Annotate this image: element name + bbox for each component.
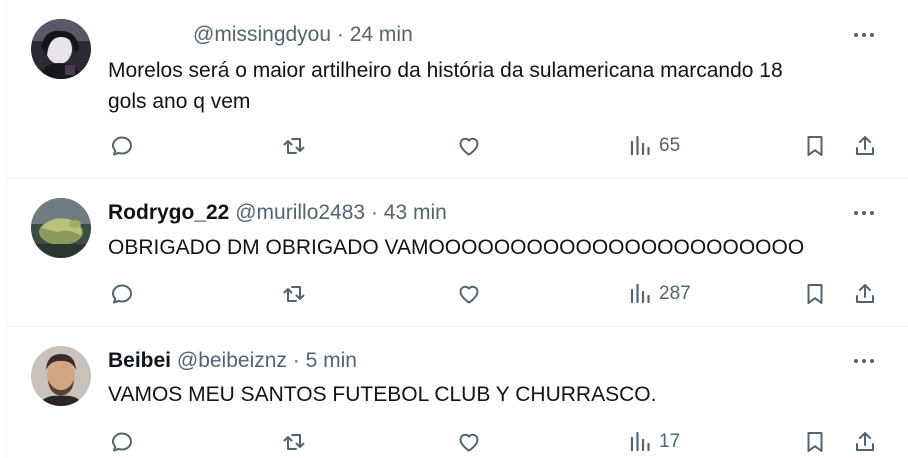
retweet-button[interactable] xyxy=(280,427,310,457)
tweet-header: Beibei @beibeiznz · 5 min xyxy=(108,348,357,374)
avatar[interactable] xyxy=(31,19,91,79)
retweet-button[interactable] xyxy=(280,279,310,309)
retweet-icon xyxy=(283,138,305,154)
heart-icon xyxy=(459,137,479,156)
tweet-text: OBRIGADO DM OBRIGADO VAMOOOOOOOOOOOOOOOO… xyxy=(108,232,868,263)
views-count: 287 xyxy=(659,283,691,304)
tweet-text: VAMOS MEU SANTOS FUTEBOL CLUB Y CHURRASC… xyxy=(108,379,868,410)
bookmark-button[interactable] xyxy=(803,427,829,457)
user-handle[interactable]: @missingdyou xyxy=(193,23,331,46)
tweet-actions: 17 xyxy=(7,427,908,457)
retweet-icon xyxy=(283,434,305,450)
reply-icon xyxy=(112,432,132,452)
tweet-timestamp[interactable]: 5 min xyxy=(306,349,357,372)
reply-button[interactable] xyxy=(109,427,139,457)
tweet-3[interactable]: Beibei @beibeiznz · 5 min VAMOS MEU SANT… xyxy=(7,327,908,458)
separator-dot: · xyxy=(292,349,300,372)
tweet-text-line: VAMOS MEU SANTOS FUTEBOL CLUB Y CHURRASC… xyxy=(108,383,657,406)
tweet-actions: 65 xyxy=(7,131,908,161)
reply-icon xyxy=(112,284,132,304)
bookmark-icon xyxy=(807,432,823,452)
tweet-timestamp[interactable]: 43 min xyxy=(384,201,447,224)
retweet-icon xyxy=(283,286,305,302)
share-icon xyxy=(856,432,874,451)
separator-dot: · xyxy=(336,23,344,46)
retweet-button[interactable] xyxy=(280,131,310,161)
views-button[interactable]: 287 xyxy=(628,279,708,309)
separator-dot: · xyxy=(370,201,378,224)
views-chart-icon xyxy=(630,135,650,156)
tweet-header: @missingdyou · 24 min xyxy=(193,22,413,48)
reply-button[interactable] xyxy=(109,131,139,161)
tweet-1[interactable]: @missingdyou · 24 min Morelos será o mai… xyxy=(7,0,908,178)
bookmark-button[interactable] xyxy=(803,131,829,161)
tweet-text-line: Morelos será o maior artilheiro da histó… xyxy=(108,59,783,82)
tweet-text-line: gols ano q vem xyxy=(108,90,251,113)
share-icon xyxy=(856,284,874,303)
more-options-button[interactable] xyxy=(852,203,878,223)
user-handle[interactable]: @beibeiznz xyxy=(177,349,287,372)
avatar[interactable] xyxy=(31,346,91,406)
like-button[interactable] xyxy=(456,427,486,457)
tweet-text-line: OBRIGADO DM OBRIGADO VAMOOOOOOOOOOOOOOOO… xyxy=(108,236,805,259)
share-button[interactable] xyxy=(853,131,879,161)
views-chart-icon xyxy=(630,283,650,304)
bookmark-icon xyxy=(807,284,823,304)
reply-icon xyxy=(112,136,132,156)
tweet-timestamp[interactable]: 24 min xyxy=(350,23,413,46)
share-button[interactable] xyxy=(853,427,879,457)
more-options-button[interactable] xyxy=(852,25,878,45)
heart-icon xyxy=(459,285,479,304)
like-button[interactable] xyxy=(456,131,486,161)
like-button[interactable] xyxy=(456,279,486,309)
heart-icon xyxy=(459,433,479,452)
tweet-text: Morelos será o maior artilheiro da histó… xyxy=(108,55,868,117)
share-icon xyxy=(856,136,874,155)
views-button[interactable]: 17 xyxy=(628,427,708,457)
avatar[interactable] xyxy=(31,198,91,258)
reply-button[interactable] xyxy=(109,279,139,309)
bookmark-button[interactable] xyxy=(803,279,829,309)
display-name[interactable]: Rodrygo_22 xyxy=(108,201,229,224)
more-dots-icon xyxy=(854,211,858,215)
views-count: 65 xyxy=(659,135,681,156)
user-handle[interactable]: @murillo2483 xyxy=(235,201,365,224)
timeline: @missingdyou · 24 min Morelos será o mai… xyxy=(0,0,908,458)
display-name[interactable]: Beibei xyxy=(108,349,171,372)
views-button[interactable]: 65 xyxy=(628,131,708,161)
tweet-actions: 287 xyxy=(7,279,908,309)
tweet-header: Rodrygo_22 @murillo2483 · 43 min xyxy=(108,200,447,226)
share-button[interactable] xyxy=(853,279,879,309)
bookmark-icon xyxy=(807,136,823,156)
tweet-2[interactable]: Rodrygo_22 @murillo2483 · 43 min OBRIGAD… xyxy=(7,179,908,326)
more-dots-icon xyxy=(854,33,858,37)
more-dots-icon xyxy=(854,359,858,363)
views-chart-icon xyxy=(630,431,650,452)
more-options-button[interactable] xyxy=(852,351,878,371)
views-count: 17 xyxy=(659,431,681,452)
